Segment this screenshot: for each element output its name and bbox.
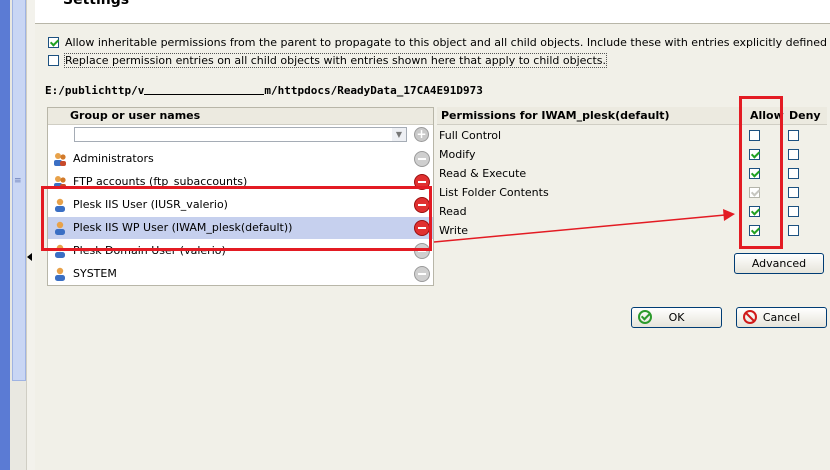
ok-button-label: OK bbox=[668, 311, 685, 324]
path-prefix: E:/publichttp/v bbox=[45, 84, 145, 97]
remove-user-icon[interactable] bbox=[414, 151, 430, 167]
user-filter-input[interactable]: ▼ bbox=[74, 127, 407, 142]
dialog-title: Settings bbox=[63, 0, 130, 8]
path-redaction bbox=[144, 94, 265, 95]
cancel-button[interactable]: Cancel bbox=[736, 307, 827, 328]
permissions-header-label: Permissions for IWAM_plesk(default) bbox=[441, 109, 670, 122]
splitter-grip-icon: ≡ bbox=[14, 176, 22, 186]
collapse-arrow-icon[interactable] bbox=[27, 253, 32, 261]
permission-label-modify: Modify bbox=[439, 148, 476, 161]
user-row-label: SYSTEM bbox=[73, 267, 117, 280]
user-row-system[interactable]: SYSTEM bbox=[48, 263, 433, 285]
full-control-deny-checkbox[interactable] bbox=[788, 130, 799, 141]
inherit-permissions-checkbox[interactable] bbox=[48, 37, 59, 48]
left-window-edge bbox=[0, 0, 10, 470]
user-icon bbox=[55, 267, 65, 281]
user-list-header: Group or user names bbox=[48, 108, 433, 125]
permission-label-read: Read bbox=[439, 205, 467, 218]
deny-column-label: Deny bbox=[789, 109, 821, 122]
read-deny-checkbox[interactable] bbox=[788, 206, 799, 217]
cancel-circle-icon bbox=[743, 310, 757, 324]
group-icon bbox=[54, 153, 66, 166]
user-row-label: Administrators bbox=[73, 152, 154, 165]
inherit-permissions-label: Allow inheritable permissions from the p… bbox=[65, 36, 830, 49]
read-execute-deny-checkbox[interactable] bbox=[788, 168, 799, 179]
advanced-button[interactable]: Advanced bbox=[734, 253, 824, 274]
highlight-box-users bbox=[41, 186, 432, 251]
check-circle-icon bbox=[638, 310, 652, 324]
left-scrollbar[interactable] bbox=[12, 0, 26, 381]
list-folder-deny-checkbox[interactable] bbox=[788, 187, 799, 198]
replace-permissions-label: Replace permission entries on all child … bbox=[63, 53, 608, 68]
cancel-button-label: Cancel bbox=[762, 311, 801, 324]
replace-permissions-checkbox[interactable] bbox=[48, 55, 59, 66]
advanced-button-label: Advanced bbox=[751, 257, 807, 270]
permissions-dialog: Settings Allow inheritable permissions f… bbox=[35, 0, 830, 470]
add-user-icon[interactable]: + bbox=[414, 127, 429, 142]
permission-label-list-folder-contents: List Folder Contents bbox=[439, 186, 549, 199]
user-list-header-label: Group or user names bbox=[70, 109, 201, 122]
highlight-box-allow-column bbox=[739, 96, 783, 249]
ok-button[interactable]: OK bbox=[631, 307, 722, 328]
remove-user-icon[interactable] bbox=[414, 266, 430, 282]
object-path: E:/publichttp/v m/httpdocs/ReadyData_17CA… bbox=[45, 84, 483, 97]
permission-label-full-control: Full Control bbox=[439, 129, 502, 142]
user-row-administrators[interactable]: Administrators bbox=[48, 148, 433, 170]
modify-deny-checkbox[interactable] bbox=[788, 149, 799, 160]
path-suffix: m/httpdocs/ReadyData_17CA4E91D973 bbox=[264, 84, 483, 97]
permission-label-write: Write bbox=[439, 224, 469, 237]
chevron-down-icon[interactable]: ▼ bbox=[392, 128, 406, 141]
permission-label-read-execute: Read & Execute bbox=[439, 167, 527, 180]
write-deny-checkbox[interactable] bbox=[788, 225, 799, 236]
splitter[interactable] bbox=[26, 0, 35, 470]
dialog-title-bar: Settings bbox=[35, 0, 830, 24]
